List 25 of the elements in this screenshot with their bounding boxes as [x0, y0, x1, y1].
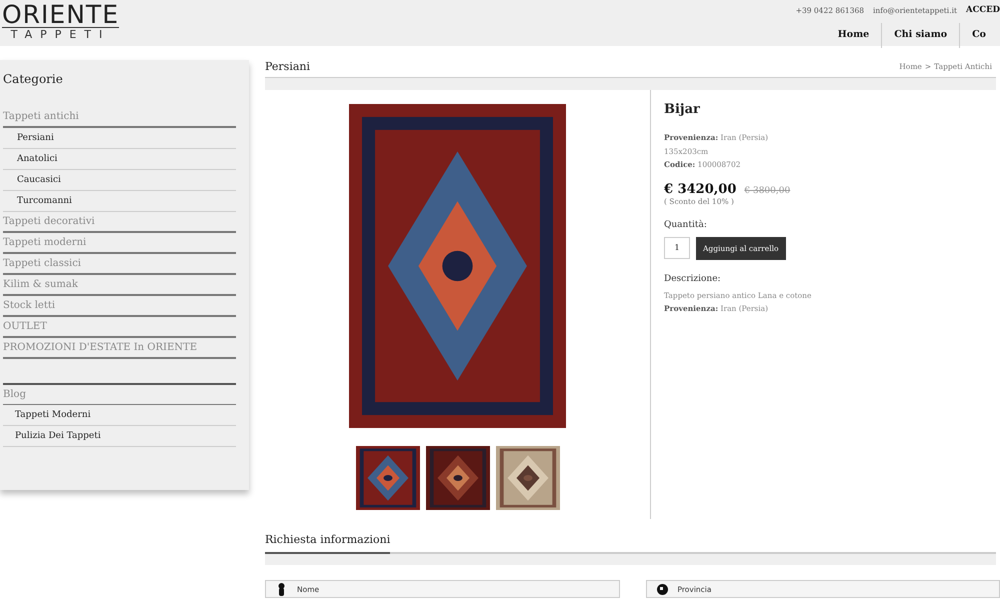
subcategory-link[interactable]: Turcomanni: [3, 191, 236, 212]
description-label: Descrizione:: [664, 274, 721, 284]
nav-link[interactable]: Co: [959, 23, 998, 48]
person-icon: [276, 582, 287, 596]
original-price: € 3800,00: [744, 186, 790, 196]
quantity-label: Quantità:: [664, 220, 707, 230]
product-name: Bijar: [664, 102, 700, 117]
sidebar-heading: Categorie: [3, 72, 64, 86]
subcategory-link[interactable]: Anatolici: [3, 149, 236, 170]
nav-link[interactable]: Home: [826, 23, 882, 48]
blog-post-link[interactable]: Pulizia Dei Tappeti: [3, 426, 236, 447]
site-logo[interactable]: ORIENTE TAPPETI: [2, 2, 119, 46]
page-title: Persiani: [265, 60, 310, 73]
logo-subtitle: TAPPETI: [10, 29, 110, 40]
nav-link[interactable]: Chi siamo: [881, 23, 960, 48]
quantity-field[interactable]: 1: [664, 236, 690, 258]
blog-post-link[interactable]: Tappeti Moderni: [3, 405, 236, 426]
rug-thumbnail[interactable]: [496, 446, 560, 510]
subcategory-link[interactable]: Caucasici: [3, 170, 236, 191]
logo-title: ORIENTE: [2, 2, 119, 28]
product-price: € 3420,00: [664, 182, 736, 196]
login-link[interactable]: ACCED: [966, 5, 1000, 15]
subcategory-link[interactable]: Persiani: [3, 128, 236, 149]
rug-thumbnail[interactable]: [356, 446, 420, 510]
rug-thumbnail[interactable]: [426, 446, 490, 510]
